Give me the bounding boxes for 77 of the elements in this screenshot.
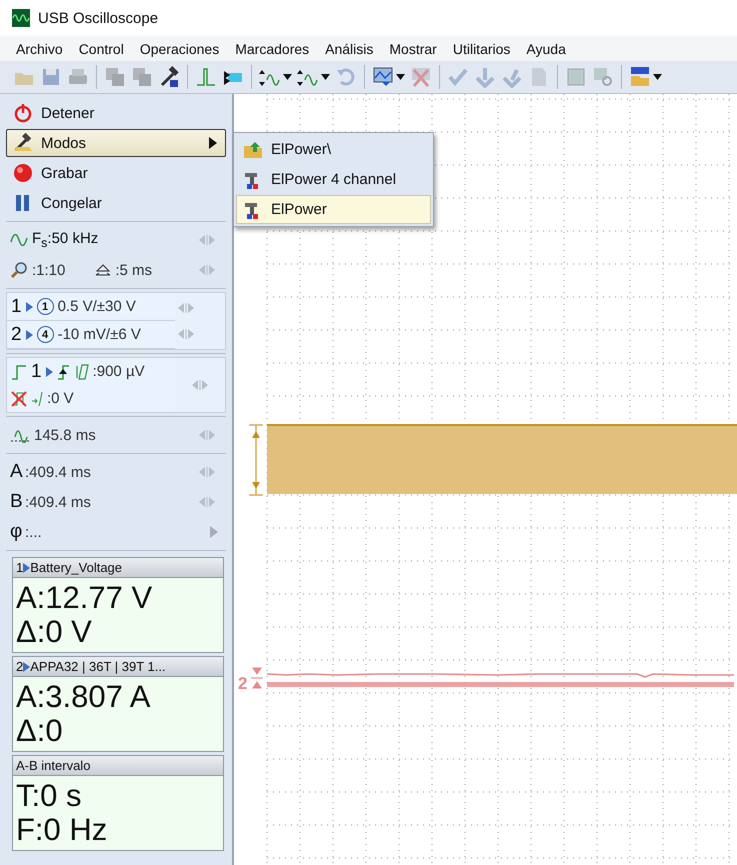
copy-icon [104,66,126,88]
hammer-icon [158,66,180,88]
magnifier-icon [10,261,28,279]
readout-title: APPA32 | 36T | 39T 1... [30,659,166,674]
timebase-icon [95,262,112,278]
menu-entry[interactable]: ElPower 4 channel [236,165,431,194]
folder-icon [243,140,263,160]
offset-icon [31,390,43,406]
readout-value: A:3.807 A [16,680,152,714]
menu-item[interactable]: Utilitarios [444,40,518,56]
timebase-value: :5 ms [115,262,152,278]
display-icon [372,66,394,88]
channel-arrow-icon [23,562,30,572]
menu-item[interactable]: Archivo [8,40,71,56]
delete-icon [410,66,432,88]
rising-edge-icon [56,364,71,380]
record-icon [13,163,33,183]
readout-value: Δ:0 [16,714,64,748]
readout-channel: 2 [16,659,24,674]
cursor-letter: φ [10,521,24,543]
trigger-off-icon [11,390,27,406]
channel-number: 1 [11,296,22,318]
channel-range: 0.5 V/±30 V [58,298,136,315]
menu-item[interactable]: Análisis [317,40,382,56]
trigger-level: :900 µV [92,363,145,380]
menu-item[interactable]: Operaciones [132,40,228,56]
trigger-delay: 145.8 ms [34,426,96,444]
probe-badge: 1 [36,298,54,315]
sampling-rate: F$_{s}$:50 kHz [32,230,98,250]
action-button[interactable]: Modos [6,129,226,157]
probe-badge: 4 [36,326,54,343]
channel-label: 2 [238,674,248,694]
zoom-ratio: :1:10 [32,262,66,278]
submenu-arrow-icon [210,526,218,538]
readout-value: F:0 Hz [16,813,108,847]
cursor-value: :409.4 ms [25,464,91,480]
readout-value: T:0 s [16,779,82,813]
channel-marker-icon [251,666,263,690]
cursor-value: :409.4 ms [25,494,91,510]
menu-item[interactable]: Control [70,40,132,56]
readout-value: Δ:0 V [16,615,93,649]
copy-icon [131,66,153,88]
folder-icon [629,66,651,88]
save-icon [40,66,62,88]
menu-item[interactable]: Mostrar [381,40,445,56]
readout-title: Battery_Voltage [30,560,122,575]
trigger-channel: 1 [31,360,42,382]
cursor-letter: B [10,491,24,513]
readout-title: A-B intervalo [16,758,90,773]
action-button[interactable]: Grabar [6,159,226,187]
pulse-icon [195,66,217,88]
down-icon [474,66,496,88]
channel-arrow-icon [23,662,30,672]
menu-entry[interactable]: ElPower\ [236,135,431,164]
menu-item[interactable]: Ayuda [518,40,574,56]
sine-wave-icon [10,234,28,246]
cursor-value: :... [25,524,42,540]
channel-range: -10 mV/±6 V [58,326,141,343]
channel-number: 2 [11,324,22,346]
app-logo-icon [12,9,30,27]
trigger-edge-icon [11,364,27,380]
power-icon [13,103,33,123]
action-button[interactable]: Congelar [6,189,226,217]
trigger-offset: :0 V [47,390,74,407]
channel-arrow-icon [26,330,33,340]
readout-channel: 1 [16,560,24,575]
undo-icon [335,66,357,88]
menu-item[interactable]: Marcadores [227,40,318,56]
readout-value: A:12.77 V [16,581,154,615]
check-icon [447,66,469,88]
menu-entry[interactable]: ElPower [236,195,431,224]
window-title: USB Oscilloscope [38,10,158,26]
channel-arrow-icon [26,302,33,312]
hammer-icon [13,133,33,153]
channel-arrow-icon [46,366,53,376]
cursor-letter: A [10,461,24,483]
action-button[interactable]: Detener [6,99,226,127]
